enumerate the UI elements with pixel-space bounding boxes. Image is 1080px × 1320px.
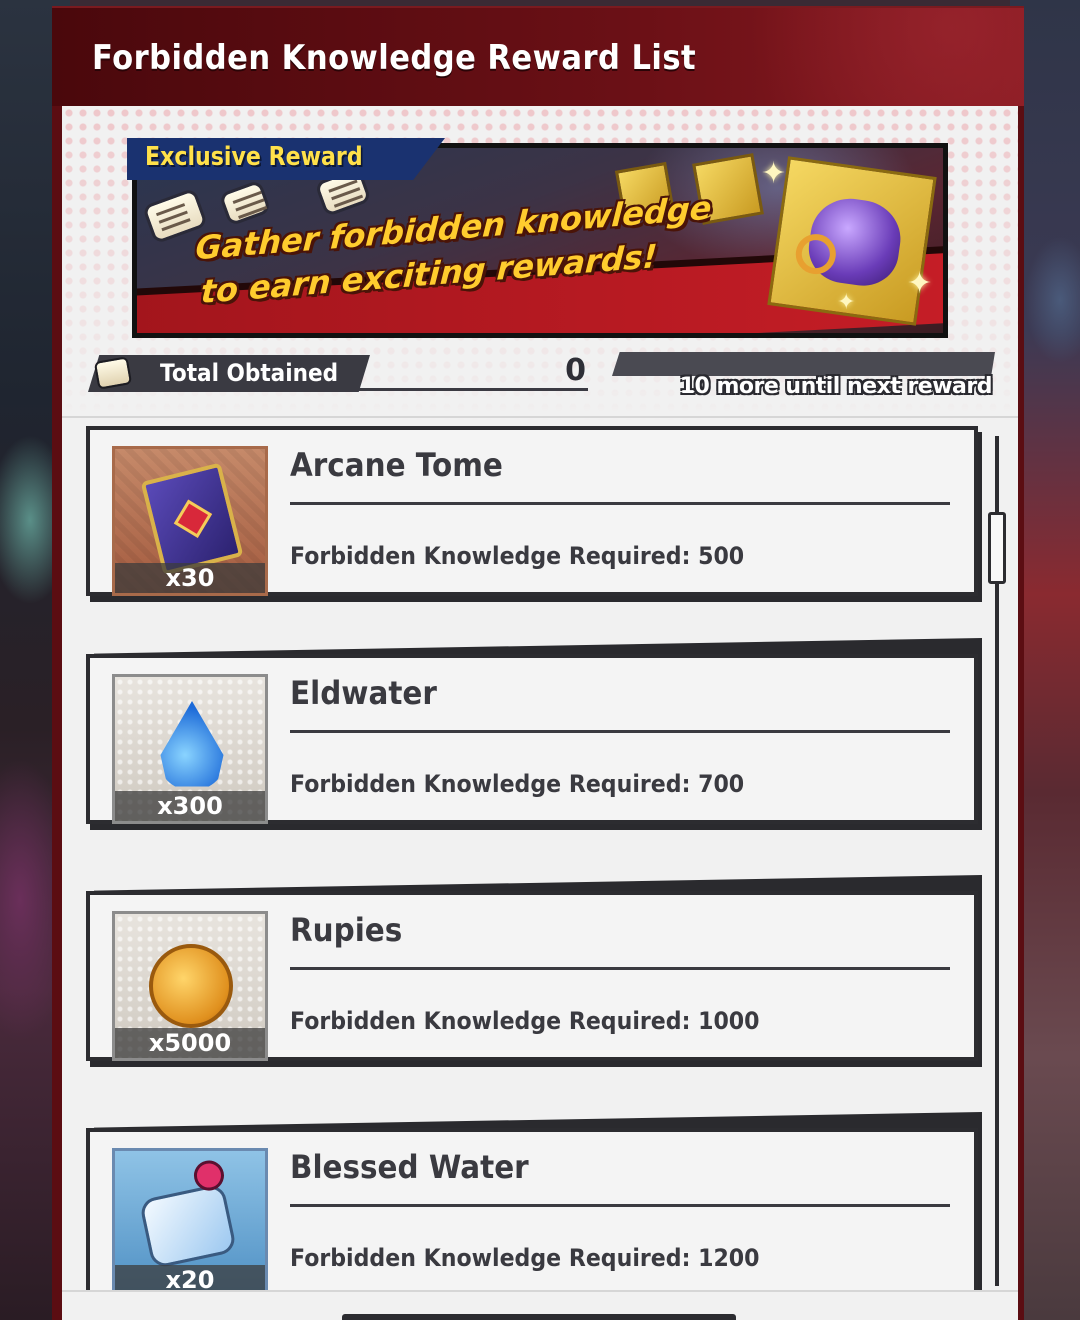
- next-reward-progress-text: 10 more until next reward: [679, 374, 993, 399]
- reward-row-blessed-water[interactable]: x20 Blessed Water Forbidden Knowledge Re…: [86, 1112, 982, 1290]
- list-scrollbar-thumb[interactable]: [988, 512, 1006, 584]
- reward-row-arcane-tome[interactable]: x30 Arcane Tome Forbidden Knowledge Requ…: [86, 420, 982, 606]
- rupies-coin-icon: [149, 944, 233, 1028]
- reward-name-underline: [290, 967, 950, 970]
- exclusive-reward-banner: ✦ ✦ ✦ Gather forbidden knowledge to earn…: [127, 138, 948, 338]
- section-divider: [62, 416, 1018, 418]
- reward-name-underline: [290, 1204, 950, 1207]
- sparkle-icon: ✦: [907, 266, 933, 301]
- bottom-divider: [62, 1290, 1018, 1292]
- next-reward-progress-bar: [612, 352, 995, 376]
- reward-item-frame[interactable]: x30: [112, 446, 268, 596]
- reward-card: x20 Blessed Water Forbidden Knowledge Re…: [86, 1128, 978, 1290]
- reward-quantity: x300: [115, 791, 265, 821]
- reward-item-frame[interactable]: x5000: [112, 911, 268, 1061]
- exclusive-reward-tag-label: Exclusive Reward: [145, 142, 363, 172]
- sparkle-icon: ✦: [837, 290, 856, 315]
- reward-name: Eldwater: [290, 674, 437, 712]
- reward-name-underline: [290, 730, 950, 733]
- reward-quantity: x30: [115, 563, 265, 593]
- reward-name: Blessed Water: [290, 1148, 529, 1186]
- sparkle-icon: ✦: [761, 156, 787, 191]
- eldwater-drop-icon: [160, 701, 224, 787]
- arcane-tome-icon: [140, 462, 244, 576]
- blessed-water-bottle-icon: [138, 1182, 238, 1270]
- reward-list[interactable]: x30 Arcane Tome Forbidden Knowledge Requ…: [62, 420, 1018, 1290]
- reward-name: Rupies: [290, 911, 403, 949]
- total-obtained-label: Total Obtained: [160, 359, 339, 387]
- reward-row-eldwater[interactable]: x300 Eldwater Forbidden Knowledge Requir…: [86, 638, 982, 834]
- total-obtained-underline: [356, 388, 588, 391]
- dialog-title: Forbidden Knowledge Reward List: [92, 38, 697, 78]
- reward-card: x5000 Rupies Forbidden Knowledge Require…: [86, 891, 978, 1061]
- reward-item-frame[interactable]: x300: [112, 674, 268, 824]
- reward-quantity: x20: [115, 1265, 265, 1290]
- dialog-header: Forbidden Knowledge Reward List: [52, 8, 1024, 106]
- reward-requirement: Forbidden Knowledge Required: 1000: [290, 1007, 760, 1035]
- exclusive-reward-tag: Exclusive Reward: [127, 138, 445, 180]
- forbidden-knowledge-scroll-icon: [93, 356, 133, 390]
- reward-item-frame[interactable]: x20: [112, 1148, 268, 1290]
- reward-card: x30 Arcane Tome Forbidden Knowledge Requ…: [86, 426, 978, 596]
- reward-name: Arcane Tome: [290, 446, 503, 484]
- reward-name-underline: [290, 502, 950, 505]
- reward-card: x300 Eldwater Forbidden Knowledge Requir…: [86, 654, 978, 824]
- bottom-close-button[interactable]: [342, 1314, 736, 1320]
- reward-quantity: x5000: [115, 1028, 265, 1058]
- reward-requirement: Forbidden Knowledge Required: 500: [290, 542, 745, 570]
- reward-requirement: Forbidden Knowledge Required: 1200: [290, 1244, 760, 1272]
- total-obtained-value: 0: [565, 353, 586, 388]
- reward-requirement: Forbidden Knowledge Required: 700: [290, 770, 745, 798]
- reward-row-rupies[interactable]: x5000 Rupies Forbidden Knowledge Require…: [86, 875, 982, 1071]
- scroll-icon: [218, 179, 272, 227]
